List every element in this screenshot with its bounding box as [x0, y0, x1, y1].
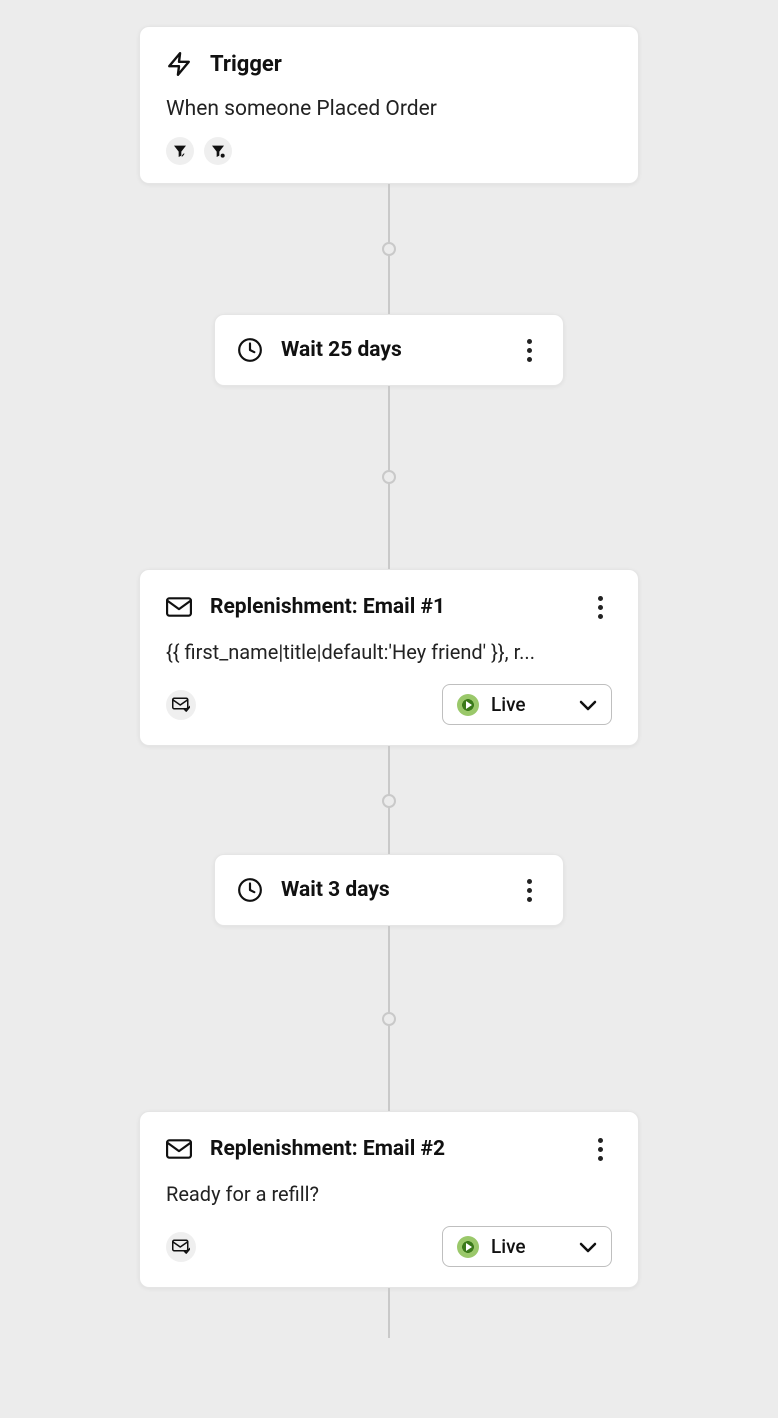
more-actions-button[interactable] — [588, 1134, 612, 1164]
status-select[interactable]: Live — [442, 1226, 612, 1267]
email-subject: {{ first_name|title|default:'Hey friend'… — [166, 640, 612, 664]
smart-sending-icon[interactable] — [166, 690, 196, 720]
wait-label: Wait 3 days — [281, 878, 499, 902]
more-actions-button[interactable] — [588, 592, 612, 622]
flow-connector — [388, 746, 390, 854]
play-status-icon — [457, 1236, 479, 1258]
email-title: Replenishment: Email #1 — [210, 595, 570, 619]
flow-connector — [388, 184, 390, 314]
trigger-title: Trigger — [210, 52, 282, 77]
wait-card[interactable]: Wait 25 days — [214, 314, 564, 386]
lightning-icon — [166, 49, 192, 79]
smart-sending-icon[interactable] — [166, 1232, 196, 1262]
email-icon — [166, 1139, 192, 1159]
trigger-filter-icon[interactable] — [166, 137, 194, 165]
flow-connector — [388, 1288, 390, 1338]
email-card[interactable]: Replenishment: Email #2 Ready for a refi… — [139, 1111, 639, 1288]
flow-connector — [388, 926, 390, 1111]
more-actions-button[interactable] — [517, 335, 541, 365]
flow-canvas[interactable]: Trigger When someone Placed Order — [0, 0, 778, 1418]
play-status-icon — [457, 694, 479, 716]
status-select[interactable]: Live — [442, 684, 612, 725]
trigger-description: When someone Placed Order — [166, 97, 612, 121]
email-card[interactable]: Replenishment: Email #1 {{ first_name|ti… — [139, 569, 639, 746]
flow-connector — [388, 386, 390, 569]
email-title: Replenishment: Email #2 — [210, 1137, 570, 1161]
email-icon — [166, 597, 192, 617]
more-actions-button[interactable] — [517, 875, 541, 905]
chevron-down-icon — [579, 1241, 597, 1253]
wait-label: Wait 25 days — [281, 338, 499, 362]
email-subject: Ready for a refill? — [166, 1182, 612, 1206]
status-label: Live — [491, 693, 526, 716]
trigger-card[interactable]: Trigger When someone Placed Order — [139, 26, 639, 184]
clock-icon — [237, 337, 263, 363]
wait-card[interactable]: Wait 3 days — [214, 854, 564, 926]
status-label: Live — [491, 1235, 526, 1258]
clock-icon — [237, 877, 263, 903]
profile-filter-icon[interactable] — [204, 137, 232, 165]
chevron-down-icon — [579, 699, 597, 711]
